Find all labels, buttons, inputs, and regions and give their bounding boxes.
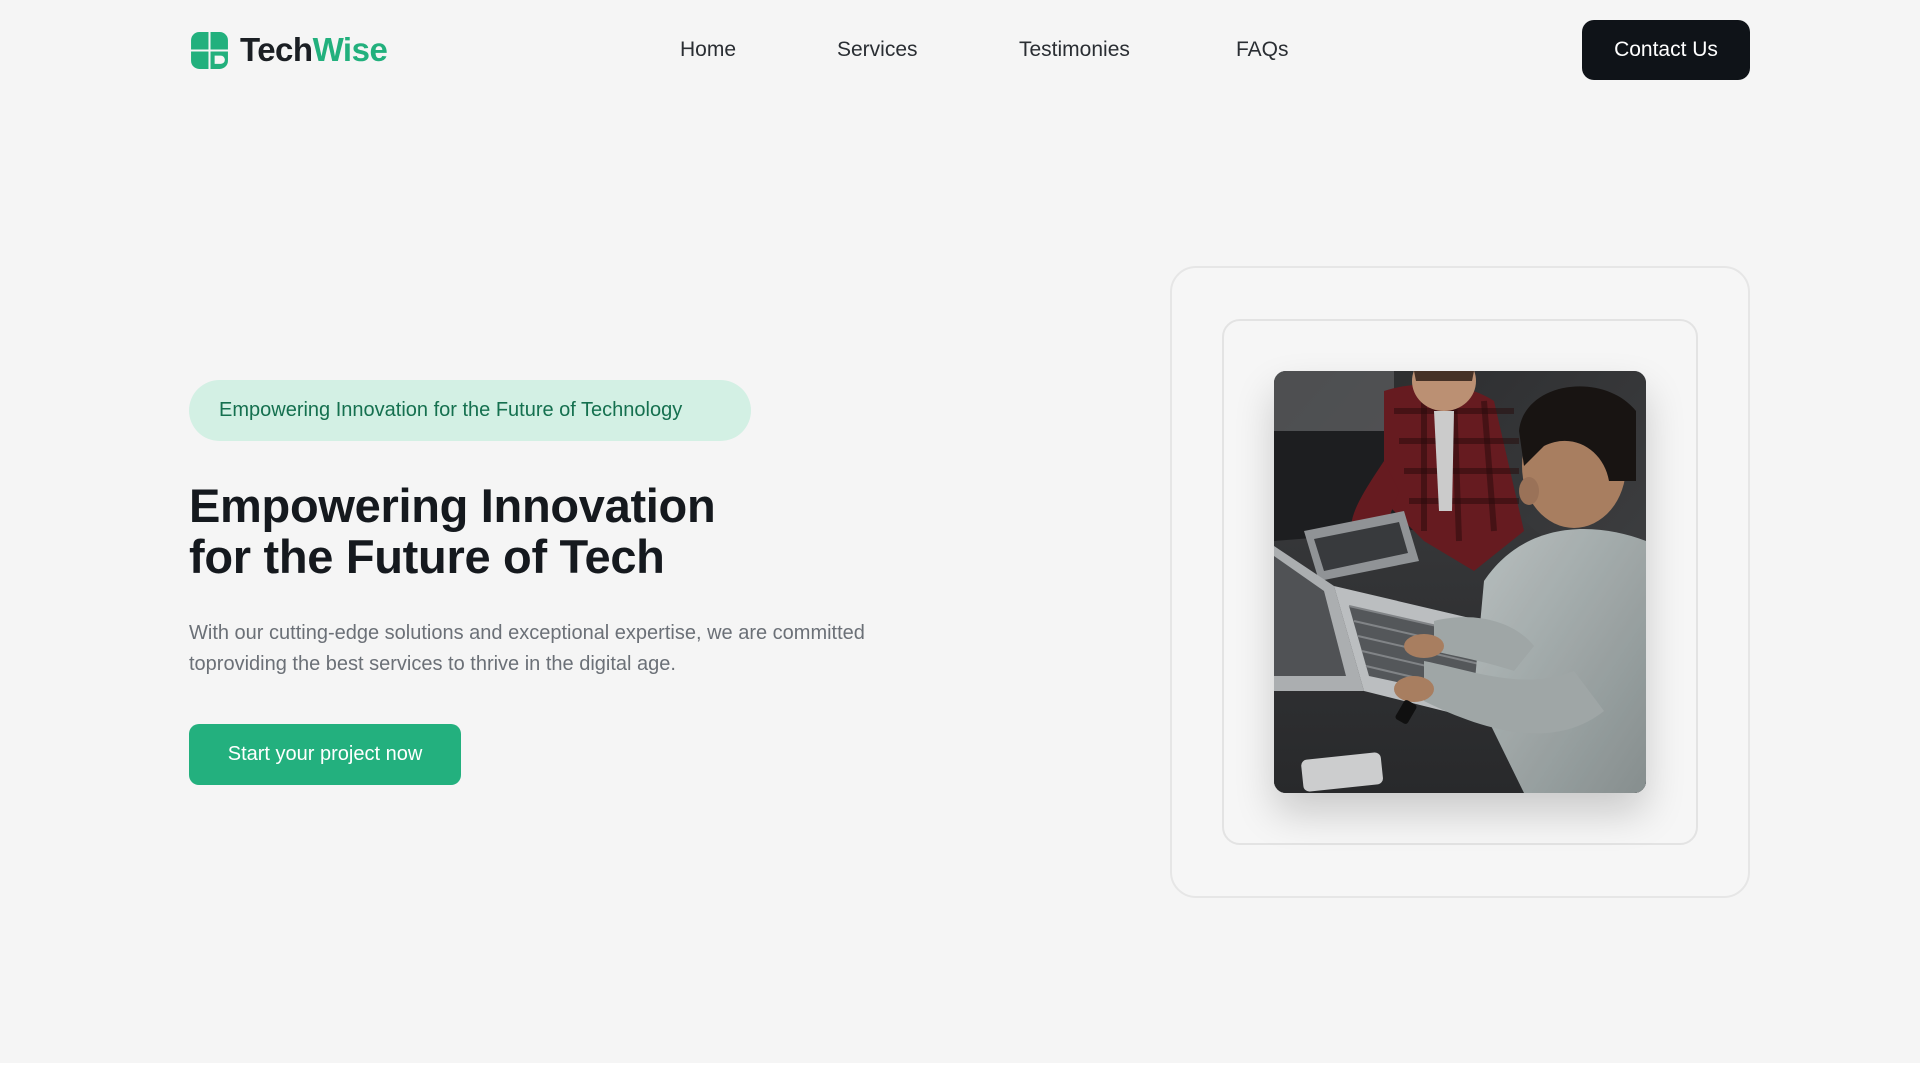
- start-project-button[interactable]: Start your project now: [189, 724, 461, 785]
- hero-photo: [1274, 371, 1646, 793]
- hero-title-line1: Empowering Innovation: [189, 479, 716, 532]
- landing-page: TechWise Home Services Testimonies FAQs …: [0, 0, 1920, 1080]
- brand-name: TechWise: [240, 31, 388, 69]
- brand-name-part1: Tech: [240, 31, 313, 68]
- brand-name-part2: Wise: [312, 31, 388, 68]
- bottom-band: [0, 1063, 1920, 1080]
- nav-link-testimonies[interactable]: Testimonies: [1019, 36, 1130, 64]
- nav-link-faqs[interactable]: FAQs: [1236, 36, 1289, 64]
- nav-link-services[interactable]: Services: [837, 36, 918, 64]
- hero-title-line2: for the Future of Tech: [189, 530, 665, 583]
- contact-us-button[interactable]: Contact Us: [1582, 20, 1750, 80]
- hero-photo-illustration: [1274, 371, 1646, 793]
- nav-link-home[interactable]: Home: [680, 36, 736, 64]
- brand-logo[interactable]: TechWise: [189, 30, 388, 70]
- hero-eyebrow-badge: Empowering Innovation for the Future of …: [189, 380, 751, 441]
- logo-mark-icon: [191, 31, 228, 69]
- hero-title: Empowering Innovation for the Future of …: [189, 480, 909, 582]
- hero-description: With our cutting-edge solutions and exce…: [189, 622, 865, 675]
